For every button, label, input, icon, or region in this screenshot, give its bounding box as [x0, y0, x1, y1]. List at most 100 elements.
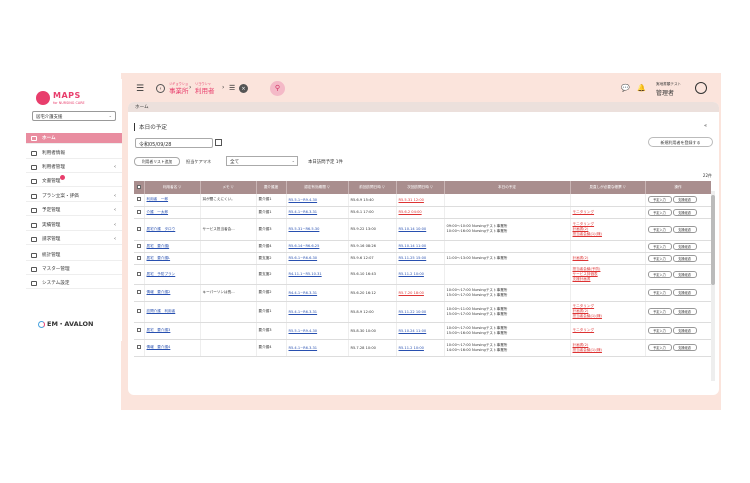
row-checkbox[interactable]	[136, 328, 141, 332]
new-user-button[interactable]: 新規利用者を登録する	[648, 137, 713, 147]
support-record-button[interactable]: 支援経過	[672, 308, 697, 315]
user-name-link[interactable]: 情報 要介護2	[147, 290, 171, 294]
hamburger-menu-icon[interactable]: ☰	[136, 84, 144, 94]
row-checkbox[interactable]	[136, 226, 141, 231]
care-manager-select[interactable]: 全て ⌄	[226, 156, 298, 166]
scrollbar-thumb[interactable]	[711, 195, 715, 285]
filter-icon[interactable]: ▽	[430, 185, 433, 189]
support-record-button[interactable]: 支援経過	[672, 208, 697, 216]
next-visit-link[interactable]: R5.6.2 04:00	[399, 210, 422, 214]
period-link[interactable]: R4.11.1~R5.10.31	[289, 272, 322, 276]
sidebar-item-user-info[interactable]: 利用者情報	[26, 148, 122, 159]
support-record-button[interactable]: 支援経過	[672, 254, 697, 262]
next-visit-link[interactable]: R5.11.22 10:00	[399, 310, 427, 314]
schedule-input-button[interactable]: 予定入力	[647, 344, 672, 351]
row-checkbox[interactable]	[136, 309, 141, 313]
row-checkbox[interactable]	[136, 209, 141, 214]
service-select[interactable]: 居宅介護支援 ⌄	[32, 111, 116, 121]
sidebar-item-documents[interactable]: 文書管理	[26, 175, 122, 187]
row-checkbox[interactable]	[136, 255, 141, 260]
support-record-button[interactable]: 支援経過	[672, 242, 697, 250]
period-link[interactable]: R5.5.1~R9.4.30	[289, 329, 318, 333]
sidebar-item-plan[interactable]: プラン立案・評価 ‹	[26, 191, 122, 202]
schedule-input-button[interactable]: 予定入力	[647, 270, 672, 278]
filter-icon[interactable]: ▽	[327, 185, 330, 189]
select-all-checkbox[interactable]	[136, 185, 141, 189]
user-name-link[interactable]: 居宅 要介護L	[147, 256, 171, 260]
bell-icon[interactable]: 🔔	[637, 84, 646, 92]
user-name-link[interactable]: 訪問介護 利用者	[147, 309, 176, 313]
date-field[interactable]: 令和05/09/28	[135, 138, 213, 148]
schedule-input-button[interactable]: 予定入力	[647, 208, 672, 216]
user-name-link[interactable]: 居宅介護 タロウ	[147, 227, 176, 231]
form-link[interactable]: モニタリング	[573, 328, 643, 333]
schedule-input-button[interactable]: 予定入力	[647, 289, 672, 296]
back-arrow-icon[interactable]: ‹	[156, 84, 165, 93]
user-name-link[interactable]: 居宅 予防プラン	[147, 272, 176, 276]
support-record-button[interactable]: 支援経過	[672, 327, 697, 334]
avatar-icon[interactable]	[695, 82, 707, 94]
period-link[interactable]: R5.6.1~R6.6.30	[289, 256, 318, 260]
next-visit-link[interactable]: R5.10.14 11:00	[399, 244, 427, 248]
next-visit-link[interactable]: R5.10.14 10:00	[399, 227, 427, 231]
schedule-input-button[interactable]: 予定入力	[647, 308, 672, 315]
support-record-button[interactable]: 支援経過	[672, 344, 697, 351]
support-record-button[interactable]: 支援経過	[672, 196, 697, 204]
select-all-header[interactable]	[134, 181, 145, 194]
period-link[interactable]: R5.4.1~R6.3.31	[289, 346, 318, 350]
schedule-input-button[interactable]: 予定入力	[647, 254, 672, 262]
row-checkbox[interactable]	[136, 243, 141, 248]
add-user-list-button[interactable]: 利用者リスト追加	[134, 157, 180, 166]
filter-icon[interactable]: ▽	[382, 185, 385, 189]
sidebar-item-schedule[interactable]: 予定管理 ‹	[26, 205, 122, 216]
next-visit-link[interactable]: R5.10.24 11:00	[399, 329, 427, 333]
period-link[interactable]: R5.5.31~R6.5.30	[289, 227, 320, 231]
form-link[interactable]: モニタリング	[573, 210, 643, 215]
user-name-link[interactable]: 利用者 一郎	[147, 197, 169, 201]
row-checkbox[interactable]	[136, 271, 141, 276]
schedule-input-button[interactable]: 予定入力	[647, 225, 672, 233]
user-name-link[interactable]: 居宅 要介護J	[147, 244, 170, 248]
breadcrumb-user[interactable]: 利用者	[195, 85, 215, 95]
filter-icon[interactable]: ▽	[623, 185, 626, 189]
next-visit-link[interactable]: R5.7.20 18:00	[399, 291, 424, 295]
table-scrollbar[interactable]	[711, 191, 715, 381]
period-link[interactable]: R5.6.14~R6.6.25	[289, 244, 320, 248]
period-link[interactable]: R4.4.1~R6.3.31	[289, 291, 318, 295]
support-record-button[interactable]: 支援経過	[672, 270, 697, 278]
schedule-input-button[interactable]: 予定入力	[647, 327, 672, 334]
schedule-input-button[interactable]: 予定入力	[647, 242, 672, 250]
row-checkbox[interactable]	[136, 197, 141, 202]
list-icon[interactable]: ☰	[229, 84, 235, 92]
sidebar-item-system-settings[interactable]: システム設定	[26, 278, 122, 289]
schedule-input-button[interactable]: 予定入力	[647, 196, 672, 204]
user-name-link[interactable]: 情報 要介護4	[147, 345, 171, 349]
next-visit-link[interactable]: R5.5.31 12:00	[399, 198, 424, 202]
user-name-link[interactable]: 介護 一太郎	[147, 210, 169, 214]
form-link[interactable]: 担当者会議(1)(様)	[573, 348, 643, 353]
row-checkbox[interactable]	[136, 290, 141, 294]
close-icon[interactable]: ×	[239, 84, 248, 93]
support-record-button[interactable]: 支援経過	[672, 289, 697, 296]
period-link[interactable]: R5.5.1~R9.4.30	[289, 198, 318, 202]
next-visit-link[interactable]: R5.11.2 10:00	[399, 346, 424, 350]
period-link[interactable]: R5.4.1~R6.3.31	[289, 210, 318, 214]
sidebar-item-home[interactable]: ホーム	[26, 133, 122, 144]
breadcrumb[interactable]: ホーム	[128, 102, 719, 112]
period-link[interactable]: R5.4.1~R6.3.31	[289, 310, 318, 314]
calendar-icon[interactable]	[215, 139, 222, 146]
filter-icon[interactable]: ▽	[178, 185, 181, 189]
form-link[interactable]: 計画書(2)	[573, 256, 643, 261]
search-icon[interactable]: ⚲	[270, 81, 285, 96]
row-checkbox[interactable]	[136, 345, 141, 349]
sidebar-item-user-management[interactable]: 利用者管理 ‹	[26, 162, 122, 173]
support-record-button[interactable]: 支援経過	[672, 225, 697, 233]
chat-icon[interactable]: 💬	[621, 84, 630, 92]
form-link[interactable]: 支援計画書	[573, 277, 643, 282]
user-name-link[interactable]: 居宅 要介護3	[147, 328, 171, 332]
filter-icon[interactable]: ▽	[231, 185, 234, 189]
collapse-icon[interactable]: «	[704, 123, 707, 129]
breadcrumb-office[interactable]: 事業所	[169, 85, 189, 95]
form-link[interactable]: 担当者会議(1)(様)	[573, 314, 643, 319]
next-visit-link[interactable]: R5.11.2 10:00	[399, 272, 424, 276]
